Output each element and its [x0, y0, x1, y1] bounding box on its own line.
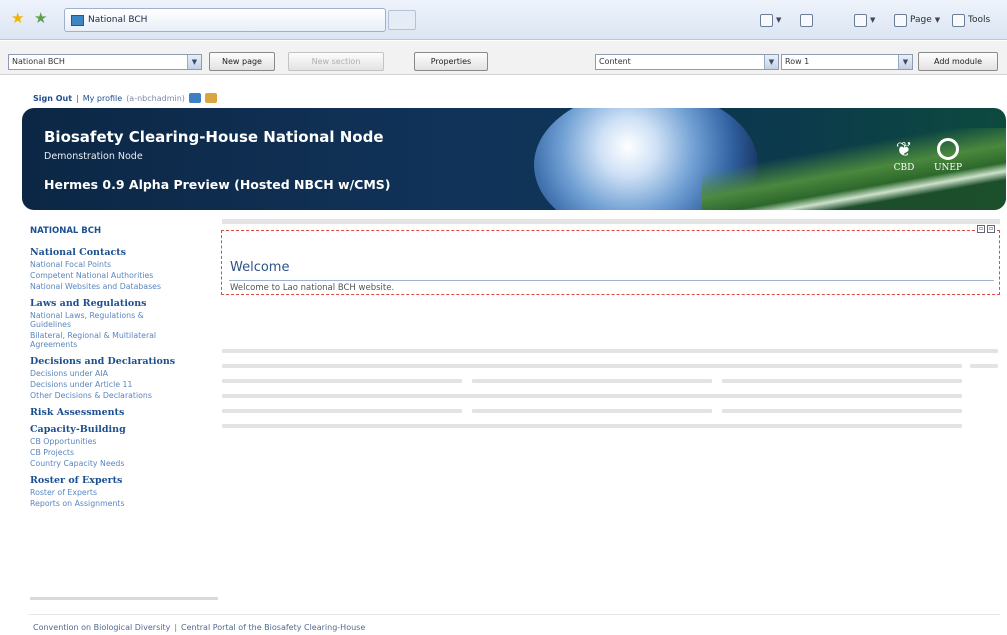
heading-underline	[229, 280, 994, 281]
browser-toolbar: ★ ★ National BCH ▼ ▼ Page ▼ Tools	[0, 0, 1007, 40]
username-label: (a-nbchadmin)	[126, 93, 185, 103]
content-placeholder-line	[722, 409, 962, 413]
content-placeholder-line	[472, 379, 712, 383]
content-placeholder-line	[472, 409, 712, 413]
nav-section-capacity-building[interactable]: Capacity-Building	[30, 424, 210, 435]
footer-divider	[28, 614, 1000, 615]
content-placeholder-line	[222, 409, 462, 413]
content-placeholder-line	[222, 364, 962, 368]
pane-select-value: Content	[599, 57, 631, 66]
cbd-label: CBD	[893, 163, 915, 173]
dropdown-arrow-icon: ▼	[870, 16, 876, 24]
content-placeholder-line	[222, 349, 998, 353]
site-subtitle: Demonstration Node	[44, 151, 143, 162]
unep-emblem-icon	[937, 138, 959, 160]
nav-divider	[30, 597, 218, 600]
module-move-icon[interactable]: ▫	[987, 225, 995, 233]
feeds-button[interactable]	[800, 12, 813, 28]
module-heading: Welcome	[230, 260, 290, 275]
left-navigation: NATIONAL BCH National Contacts National …	[30, 226, 210, 509]
nav-section-risk-assessments[interactable]: Risk Assessments	[30, 407, 210, 418]
module-edit-icon[interactable]: ▫	[977, 225, 985, 233]
home-icon	[760, 13, 773, 27]
page-select[interactable]: National BCH ▼	[8, 54, 202, 70]
nav-link-national-focal-points[interactable]: National Focal Points	[30, 259, 210, 270]
unep-logo: UNEP	[928, 138, 968, 173]
separator: |	[174, 623, 178, 632]
print-button[interactable]: ▼	[854, 12, 875, 28]
tab-title: National BCH	[88, 15, 148, 25]
edit-mode-icon[interactable]	[188, 93, 201, 103]
page-icon	[894, 13, 907, 27]
new-page-button[interactable]: New page	[209, 52, 275, 71]
user-links: Sign Out | My profile (a-nbchadmin)	[33, 93, 217, 103]
unep-label: UNEP	[933, 163, 963, 173]
nav-link-decisions-article-11[interactable]: Decisions under Article 11	[30, 379, 210, 390]
tools-menu-label: Tools	[968, 15, 991, 25]
nav-link-reports-assignments[interactable]: Reports on Assignments	[30, 498, 210, 509]
nav-section-decisions[interactable]: Decisions and Declarations	[30, 356, 210, 367]
nav-link-competent-authorities[interactable]: Competent National Authorities	[30, 270, 210, 281]
content-placeholder-line	[222, 394, 962, 398]
add-favorite-icon[interactable]: ★	[34, 11, 47, 26]
content-placeholder-line	[222, 424, 962, 428]
dropdown-arrow-icon: ▼	[776, 16, 782, 24]
page-select-value: National BCH	[12, 57, 65, 66]
content-placeholder-line	[722, 379, 962, 383]
pane-select[interactable]: Content ▼	[595, 54, 779, 70]
dropdown-arrow-icon: ▼	[934, 16, 941, 24]
row-select[interactable]: Row 1 ▼	[781, 54, 913, 70]
page-menu-label: Page	[910, 15, 932, 25]
nav-link-cb-projects[interactable]: CB Projects	[30, 447, 210, 458]
version-label: Hermes 0.9 Alpha Preview (Hosted NBCH w/…	[44, 177, 391, 192]
cbd-logo: ❦ CBD	[889, 138, 919, 173]
nav-section-roster[interactable]: Roster of Experts	[30, 475, 210, 486]
nav-link-cb-opportunities[interactable]: CB Opportunities	[30, 436, 210, 447]
chevron-down-icon: ▼	[187, 55, 201, 69]
print-icon	[854, 13, 867, 27]
page-menu[interactable]: Page ▼	[894, 12, 940, 28]
nav-link-national-websites[interactable]: National Websites and Databases	[30, 281, 210, 292]
feeds-icon	[800, 13, 813, 27]
content-pane-bar	[222, 219, 1000, 224]
nav-link-other-decisions[interactable]: Other Decisions & Declarations	[30, 390, 210, 401]
nav-section-national-contacts[interactable]: National Contacts	[30, 247, 210, 258]
new-tab-button[interactable]	[388, 10, 416, 30]
chevron-down-icon: ▼	[764, 55, 778, 69]
nav-home-link[interactable]: NATIONAL BCH	[30, 226, 210, 236]
favorites-star-icon[interactable]: ★	[11, 11, 24, 26]
tools-icon	[952, 13, 965, 27]
content-placeholder-line	[970, 364, 998, 368]
nav-link-roster-of-experts[interactable]: Roster of Experts	[30, 487, 210, 498]
nav-section-laws[interactable]: Laws and Regulations	[30, 298, 210, 309]
properties-button[interactable]: Properties	[414, 52, 488, 71]
add-module-button[interactable]: Add module	[918, 52, 998, 71]
cms-toolbar: National BCH ▼ New page New section Prop…	[0, 41, 1007, 75]
home-button[interactable]: ▼	[760, 12, 781, 28]
module-text: Welcome to Lao national BCH website.	[230, 283, 395, 293]
leaf-icon: ❦	[895, 137, 913, 161]
row-select-value: Row 1	[785, 57, 810, 66]
site-title: Biosafety Clearing-House National Node	[44, 128, 384, 146]
open-folder-icon[interactable]	[204, 93, 217, 103]
nav-link-decisions-aia[interactable]: Decisions under AIA	[30, 368, 210, 379]
new-section-button[interactable]: New section	[288, 52, 384, 71]
separator: |	[76, 93, 79, 103]
browser-tab[interactable]: National BCH	[64, 8, 386, 32]
header-banner: Biosafety Clearing-House National Node D…	[22, 108, 1006, 210]
nav-link-capacity-needs[interactable]: Country Capacity Needs	[30, 458, 210, 469]
sign-out-link[interactable]: Sign Out	[33, 94, 72, 103]
page-favicon-icon	[71, 14, 84, 26]
footer: Convention on Biological Diversity | Cen…	[33, 623, 365, 632]
tools-menu[interactable]: Tools	[952, 12, 990, 28]
footer-link-cbd[interactable]: Convention on Biological Diversity	[33, 623, 170, 632]
content-placeholder-line	[222, 379, 462, 383]
chevron-down-icon: ▼	[898, 55, 912, 69]
footer-link-central-portal[interactable]: Central Portal of the Biosafety Clearing…	[181, 623, 365, 632]
welcome-module[interactable]: ▫ ▫ Welcome Welcome to Lao national BCH …	[221, 225, 1000, 295]
module-controls: ▫ ▫	[977, 225, 995, 233]
my-profile-link[interactable]: My profile	[83, 94, 122, 103]
